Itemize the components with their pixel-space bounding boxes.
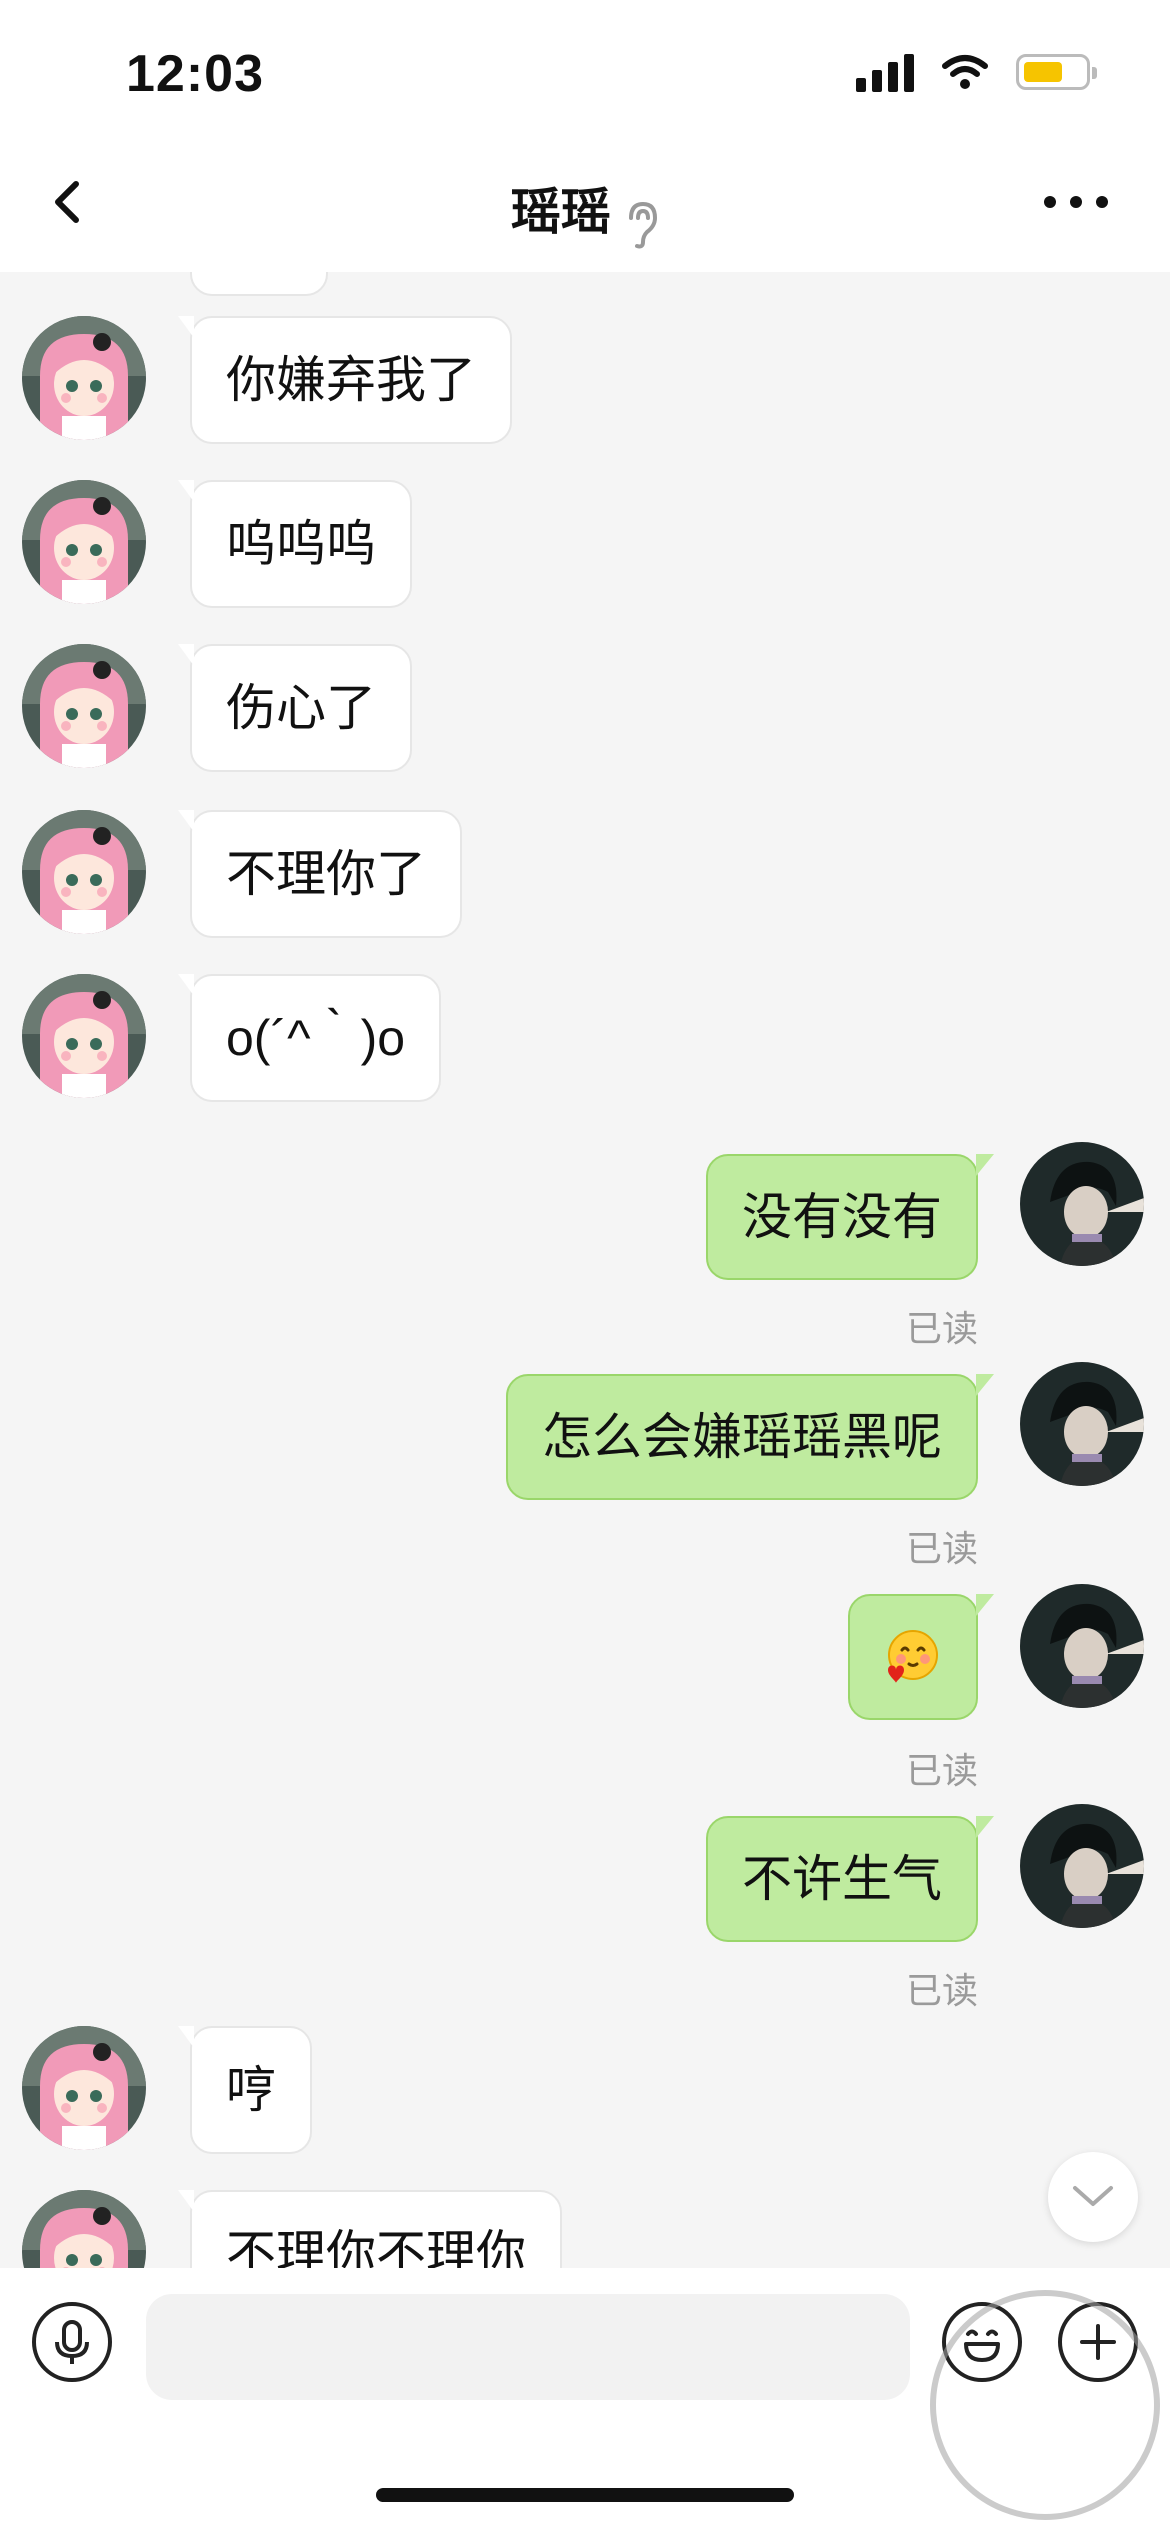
message-bubble[interactable] <box>848 1594 994 1720</box>
message-bubble[interactable]: 不许生气 <box>706 1816 994 1942</box>
blushing-heart-emoji-icon <box>888 1630 938 1683</box>
message-bubble[interactable]: 怎么会嫌瑶瑶黑呢 <box>506 1374 994 1500</box>
message-bubble[interactable]: 不理你不理你 <box>178 2190 562 2268</box>
avatar[interactable] <box>22 974 146 1098</box>
avatar[interactable] <box>1020 1142 1144 1266</box>
avatar[interactable] <box>22 810 146 934</box>
message-bubble[interactable]: 伤心了 <box>178 644 412 772</box>
watermark-seal <box>930 2290 1160 2520</box>
home-indicator <box>376 2488 794 2502</box>
microphone-icon[interactable] <box>32 2302 112 2382</box>
chat-messages[interactable]: 你嫌弃我了 呜呜呜 伤心了 不理你了 o(´^｀)o 没有没有 已读 怎么会嫌瑶… <box>0 272 1170 2268</box>
partial-bubble <box>190 272 328 296</box>
read-receipt: 已读 <box>905 1528 978 1569</box>
avatar[interactable] <box>22 2190 146 2268</box>
avatar[interactable] <box>1020 1362 1144 1486</box>
avatar[interactable] <box>22 316 146 440</box>
message-bubble[interactable]: 不理你了 <box>178 810 462 938</box>
scroll-to-bottom-button[interactable] <box>1048 2152 1138 2242</box>
message-bubble[interactable]: 没有没有 <box>706 1154 994 1280</box>
message-bubble[interactable]: 你嫌弃我了 <box>178 316 512 444</box>
chevron-down-icon <box>1073 2186 1113 2206</box>
battery-icon <box>1016 54 1097 90</box>
message-bubble[interactable]: 呜呜呜 <box>178 480 412 608</box>
cellular-signal-icon <box>856 52 914 92</box>
ear-icon[interactable] <box>625 200 659 250</box>
chat-header: 瑶瑶 <box>0 172 1170 250</box>
read-receipt: 已读 <box>905 1750 978 1791</box>
read-receipt: 已读 <box>905 1970 978 2011</box>
avatar[interactable] <box>22 644 146 768</box>
status-time: 12:03 <box>126 45 264 103</box>
avatar[interactable] <box>22 2026 146 2150</box>
wifi-icon <box>942 55 988 89</box>
top-bar: 12:03 瑶瑶 <box>0 0 1170 272</box>
avatar[interactable] <box>1020 1804 1144 1928</box>
status-icons <box>856 52 1097 92</box>
message-bubble[interactable]: 哼 <box>178 2026 312 2154</box>
avatar[interactable] <box>22 480 146 604</box>
read-receipt: 已读 <box>905 1308 978 1349</box>
avatar[interactable] <box>1020 1584 1144 1708</box>
message-input[interactable] <box>146 2294 910 2400</box>
chat-title[interactable]: 瑶瑶 <box>511 184 611 240</box>
more-dots-icon[interactable] <box>1044 196 1108 208</box>
message-bubble[interactable]: o(´^｀)o <box>177 974 442 1102</box>
